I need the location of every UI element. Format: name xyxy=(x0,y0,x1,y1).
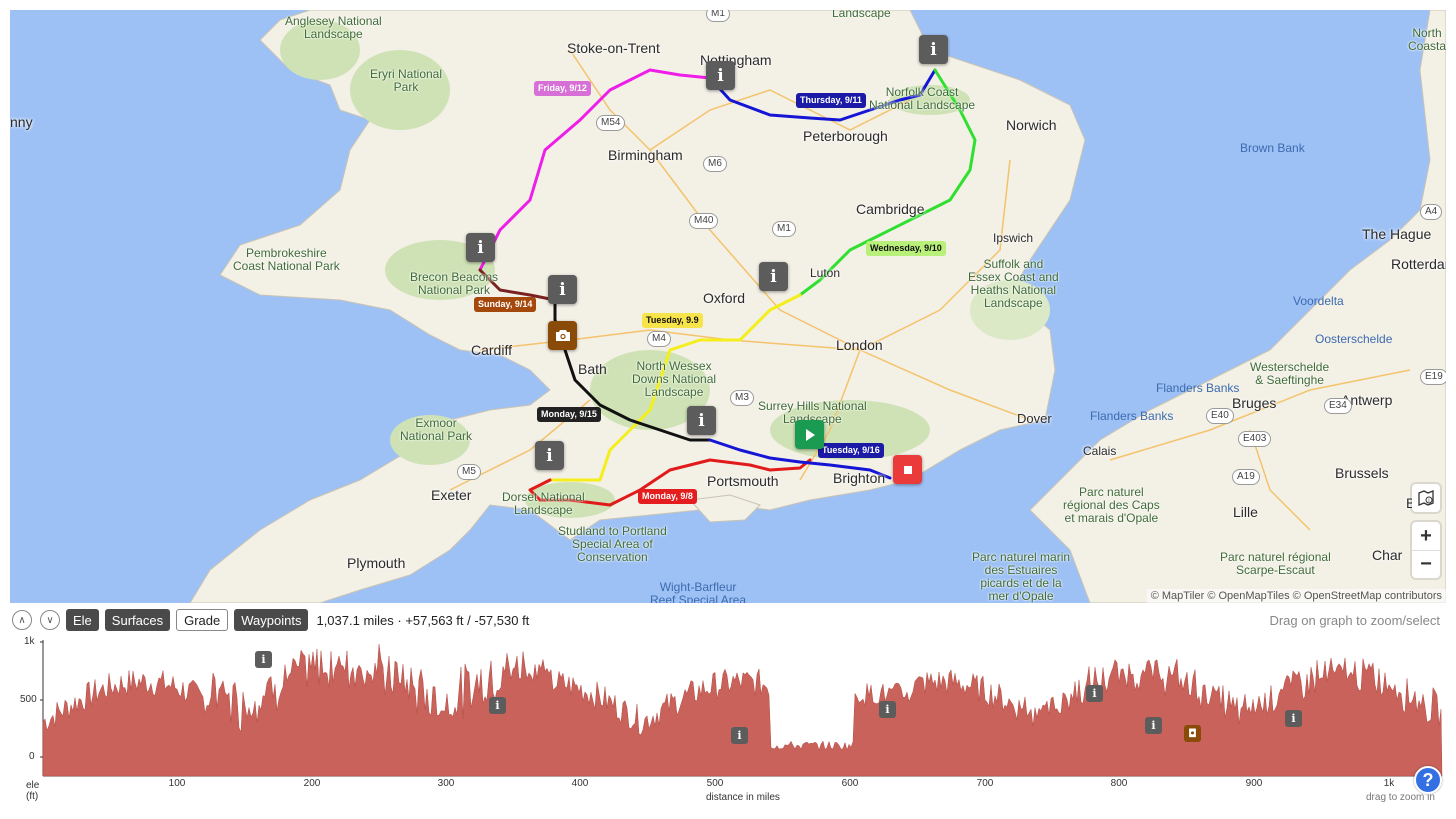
camera-marker-icon[interactable]: ◘ xyxy=(1184,725,1201,742)
route-start-icon[interactable] xyxy=(795,420,824,449)
road-shield: M40 xyxy=(689,213,719,229)
y-axis-label: ele (ft) xyxy=(26,780,40,802)
help-button[interactable]: ? xyxy=(1414,766,1442,794)
day-label-thursday[interactable]: Thursday, 9/11 xyxy=(796,93,866,108)
day-label-wednesday[interactable]: Wednesday, 9/10 xyxy=(866,241,946,256)
map-base xyxy=(10,10,1446,603)
info-waypoint-icon[interactable]: i xyxy=(535,441,564,470)
collapse-down-button[interactable]: ∨ xyxy=(40,610,60,630)
x-tick: 1k xyxy=(1383,778,1395,789)
waypoints-button[interactable]: Waypoints xyxy=(234,609,309,631)
x-tick: 300 xyxy=(437,778,455,789)
info-marker-icon[interactable]: i xyxy=(1086,685,1103,702)
x-tick: 200 xyxy=(303,778,321,789)
info-waypoint-icon[interactable]: i xyxy=(687,406,716,435)
map-style-icon[interactable]: i xyxy=(1412,484,1440,512)
map-view[interactable]: Stoke-on-Trent Nottingham Birmingham Pet… xyxy=(10,10,1446,603)
info-waypoint-icon[interactable]: i xyxy=(466,233,495,262)
y-tick: 1k xyxy=(24,636,35,647)
road-shield: E403 xyxy=(1238,431,1272,447)
info-marker-icon[interactable]: i xyxy=(255,651,272,668)
day-label-tuesday-9-16[interactable]: Tuesday, 9/16 xyxy=(818,443,884,458)
zoom-in-button[interactable]: + xyxy=(1412,522,1440,550)
info-waypoint-icon[interactable]: i xyxy=(759,262,788,291)
info-marker-icon[interactable]: i xyxy=(1145,717,1162,734)
road-shield: A4 xyxy=(1420,204,1443,220)
x-axis-label: distance in miles xyxy=(706,792,780,803)
collapse-up-button[interactable]: ∧ xyxy=(12,610,32,630)
day-label-friday[interactable]: Friday, 9/12 xyxy=(534,81,591,96)
elevation-chart[interactable]: 1k 500 0 100 200 300 400 500 600 700 800… xyxy=(10,634,1446,806)
info-waypoint-icon[interactable]: i xyxy=(919,35,948,64)
camera-waypoint-icon[interactable] xyxy=(548,321,577,350)
elevation-toolbar: ∧ ∨ Ele Surfaces Grade Waypoints 1,037.1… xyxy=(10,606,1446,634)
zoom-hint: Drag on graph to zoom/select xyxy=(1269,612,1440,628)
road-shield: A19 xyxy=(1232,469,1260,485)
day-label-tuesday-9-9[interactable]: Tuesday, 9.9 xyxy=(642,313,703,328)
info-marker-icon[interactable]: i xyxy=(1285,710,1302,727)
y-tick: 500 xyxy=(20,694,37,705)
surfaces-button[interactable]: Surfaces xyxy=(104,609,171,631)
day-label-sunday[interactable]: Sunday, 9/14 xyxy=(474,297,537,312)
route-planner: Stoke-on-Trent Nottingham Birmingham Pet… xyxy=(0,0,1456,819)
road-shield: M54 xyxy=(596,115,626,131)
road-shield: M1 xyxy=(706,10,730,22)
info-waypoint-icon[interactable]: i xyxy=(548,275,577,304)
road-shield: E19 xyxy=(1420,369,1446,385)
x-tick: 700 xyxy=(976,778,994,789)
zoom-control: + − xyxy=(1412,522,1440,578)
elevation-graph xyxy=(40,640,1443,777)
road-shield: M5 xyxy=(457,464,481,480)
road-shield: M1 xyxy=(772,221,796,237)
road-shield: M3 xyxy=(730,390,754,406)
x-tick: 400 xyxy=(571,778,589,789)
info-marker-icon[interactable]: i xyxy=(489,697,506,714)
grade-button[interactable]: Grade xyxy=(176,609,229,631)
day-label-monday-9-15[interactable]: Monday, 9/15 xyxy=(537,407,601,422)
x-tick: 100 xyxy=(168,778,186,789)
road-shield: M6 xyxy=(703,156,727,172)
info-marker-icon[interactable]: i xyxy=(731,727,748,744)
x-tick: 500 xyxy=(706,778,724,789)
ele-button[interactable]: Ele xyxy=(66,609,99,631)
road-shield: E40 xyxy=(1206,408,1234,424)
x-tick: 600 xyxy=(841,778,859,789)
day-label-monday-9-8[interactable]: Monday, 9/8 xyxy=(638,489,697,504)
route-end-icon[interactable] xyxy=(893,455,922,484)
map-attribution[interactable]: © MapTiler © OpenMapTiles © OpenStreetMa… xyxy=(1146,589,1446,603)
y-tick: 0 xyxy=(29,751,35,762)
road-shield: E34 xyxy=(1324,398,1352,414)
elevation-profile xyxy=(42,644,1443,777)
road-shield: M4 xyxy=(647,331,671,347)
x-tick: 800 xyxy=(1110,778,1128,789)
x-tick: 900 xyxy=(1245,778,1263,789)
svg-text:i: i xyxy=(1428,498,1429,504)
info-marker-icon[interactable]: i xyxy=(879,701,896,718)
zoom-out-button[interactable]: − xyxy=(1412,550,1440,578)
route-stats: 1,037.1 miles · +57,563 ft / -57,530 ft xyxy=(316,612,530,628)
info-waypoint-icon[interactable]: i xyxy=(706,61,735,90)
